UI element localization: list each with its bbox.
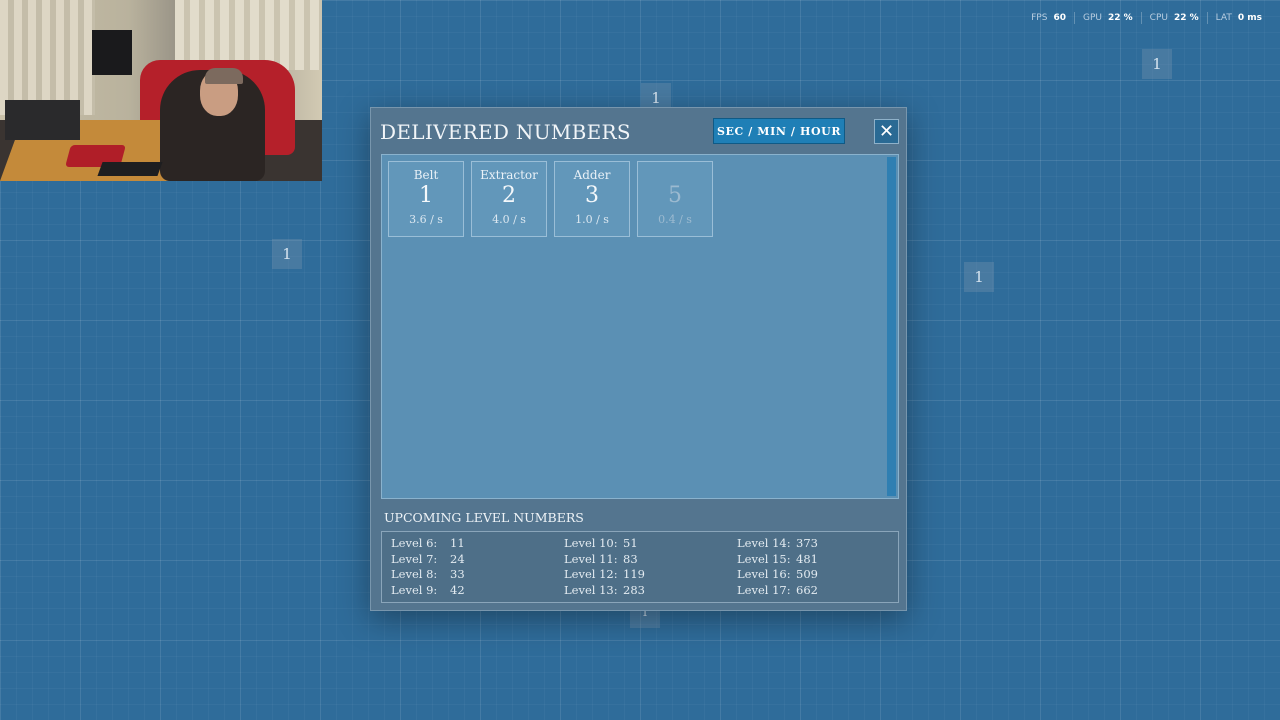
hud-gpu: GPU 22 %: [1073, 12, 1141, 24]
hud-fps: FPS 60: [1023, 12, 1074, 24]
webcam-pc: [5, 100, 80, 140]
level-label: Level 16:: [737, 567, 791, 582]
upcoming-levels-list: Level 6: 11 Level 7: 24 Level 8: 33 Level 9…: [381, 531, 899, 603]
level-row: Level 12: 119: [564, 567, 737, 583]
level-value: 24: [450, 551, 465, 566]
level-value: 481: [796, 551, 818, 566]
webcam-cap: [205, 68, 243, 84]
delivered-card-5: 5 0.4 / s: [637, 161, 713, 237]
hud-gpu-value: 22 %: [1107, 13, 1133, 23]
level-label: Level 17:: [737, 583, 791, 598]
delivered-card-belt: Belt 1 3.6 / s: [388, 161, 464, 237]
card-name: Adder: [573, 168, 611, 182]
card-name: [638, 168, 712, 182]
level-label: Level 9:: [391, 583, 438, 598]
hud-lat-label: LAT: [1215, 13, 1232, 23]
level-label: Level 6:: [391, 536, 438, 550]
level-value: 662: [796, 583, 818, 598]
webcam-keyboard: [97, 162, 163, 176]
level-row: Level 17: 662: [737, 583, 897, 599]
level-row: Level 6: 11: [391, 536, 564, 552]
card-name: Belt: [413, 168, 439, 182]
level-value: 33: [450, 567, 465, 582]
card-rate: 3.6 / s: [409, 213, 443, 226]
hud-cpu-value: 22 %: [1173, 13, 1199, 23]
delivered-numbers-panel: Belt 1 3.6 / s Extractor 2 4.0 / s Adder…: [381, 154, 899, 499]
level-value: 509: [796, 567, 818, 582]
level-label: Level 12:: [564, 567, 618, 582]
dialog-title: DELIVERED NUMBERS: [380, 120, 631, 144]
card-name: Extractor: [480, 168, 538, 182]
hud-gpu-label: GPU: [1082, 13, 1102, 23]
level-row: Level 16: 509: [737, 567, 897, 583]
map-number-tile[interactable]: 1: [272, 239, 302, 269]
hud-fps-label: FPS: [1031, 13, 1048, 23]
level-value: 83: [623, 551, 638, 566]
card-number: 3: [585, 183, 599, 208]
card-number: 2: [502, 183, 516, 208]
level-row: Level 10: 51: [564, 536, 737, 552]
level-row: Level 8: 33: [391, 567, 564, 583]
hud-cpu: CPU 22 %: [1140, 12, 1207, 24]
card-rate: 1.0 / s: [575, 213, 609, 226]
level-value: 42: [450, 583, 465, 598]
delivered-card-extractor: Extractor 2 4.0 / s: [471, 161, 547, 237]
webcam-overlay: [0, 0, 322, 181]
hud-lat-value: 0 ms: [1237, 13, 1262, 23]
close-icon: ✕: [878, 121, 895, 142]
webcam-curtain-left: [0, 0, 95, 115]
card-number: 1: [419, 183, 433, 208]
panel-scrollbar[interactable]: [887, 157, 896, 496]
level-label: Level 14:: [737, 536, 791, 550]
level-row: Level 7: 24: [391, 552, 564, 568]
level-value: 283: [623, 583, 645, 598]
level-value: 11: [450, 536, 465, 550]
map-number-tile[interactable]: 1: [1142, 49, 1172, 79]
card-number: 5: [668, 183, 682, 208]
level-row: Level 14: 373: [737, 536, 897, 552]
level-value: 119: [623, 567, 645, 582]
webcam-monitor: [92, 30, 132, 75]
level-row: Level 13: 283: [564, 583, 737, 599]
hud-lat: LAT 0 ms: [1206, 12, 1270, 24]
level-row: Level 15: 481: [737, 552, 897, 568]
level-label: Level 7:: [391, 551, 438, 566]
level-label: Level 13:: [564, 583, 618, 598]
time-unit-toggle-button[interactable]: SEC / MIN / HOUR: [713, 118, 845, 144]
close-button[interactable]: ✕: [874, 119, 899, 144]
delivered-numbers-dialog: DELIVERED NUMBERS SEC / MIN / HOUR ✕ Bel…: [370, 107, 907, 611]
level-value: 51: [623, 536, 638, 550]
map-number-tile[interactable]: 1: [964, 262, 994, 292]
level-label: Level 8:: [391, 567, 438, 582]
hud-cpu-label: CPU: [1149, 13, 1168, 23]
performance-hud: FPS 60 GPU 22 % CPU 22 % LAT 0 ms: [1023, 12, 1270, 24]
level-row: Level 11: 83: [564, 552, 737, 568]
level-value: 373: [796, 536, 818, 550]
level-label: Level 11:: [564, 551, 618, 566]
upcoming-levels-title: UPCOMING LEVEL NUMBERS: [384, 510, 584, 525]
level-row: Level 9: 42: [391, 583, 564, 599]
card-rate: 4.0 / s: [492, 213, 526, 226]
level-label: Level 10:: [564, 536, 618, 550]
hud-fps-value: 60: [1053, 13, 1066, 23]
delivered-card-adder: Adder 3 1.0 / s: [554, 161, 630, 237]
card-rate: 0.4 / s: [658, 213, 692, 226]
delivered-cards: Belt 1 3.6 / s Extractor 2 4.0 / s Adder…: [388, 161, 713, 237]
level-label: Level 15:: [737, 551, 791, 566]
